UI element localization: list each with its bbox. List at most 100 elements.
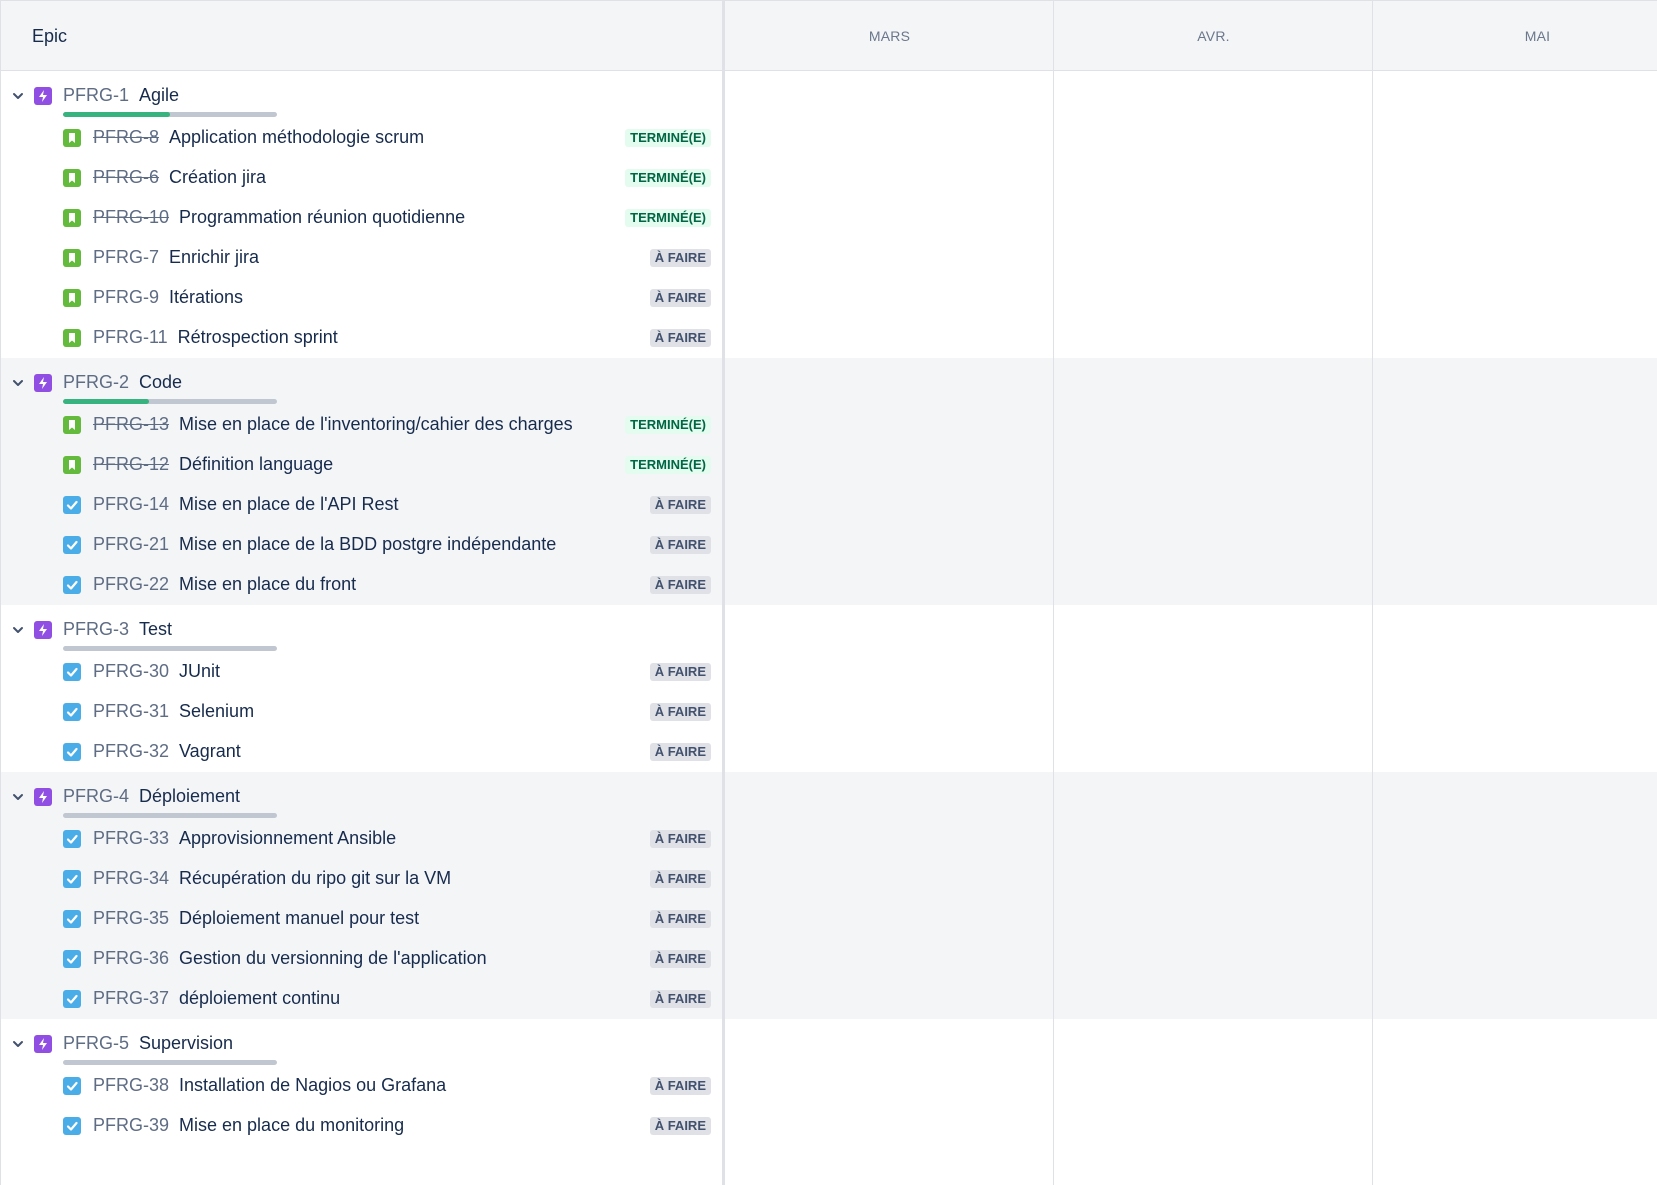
issue-key[interactable]: PFRG-32: [93, 741, 169, 762]
epic-row[interactable]: PFRG-5 Supervision: [1, 1025, 721, 1065]
epic-row[interactable]: PFRG-3 Test: [1, 611, 721, 651]
epic-key[interactable]: PFRG-1: [63, 85, 129, 106]
issue-summary[interactable]: Application méthodologie scrum: [169, 127, 424, 148]
issue-key[interactable]: PFRG-30: [93, 661, 169, 682]
issue-row[interactable]: PFRG-34 Récupération du ripo git sur la V…: [1, 859, 721, 899]
epic-row[interactable]: PFRG-2 Code: [1, 364, 721, 404]
month-header-avr: AVR.: [1197, 28, 1230, 44]
issue-row[interactable]: PFRG-9 Itérations À FAIRE: [1, 278, 721, 318]
issue-row[interactable]: PFRG-30 JUnit À FAIRE: [1, 652, 721, 692]
issue-key[interactable]: PFRG-6: [93, 167, 159, 188]
status-badge: À FAIRE: [649, 1077, 711, 1095]
issue-summary[interactable]: Vagrant: [179, 741, 241, 762]
epic-row[interactable]: PFRG-1 Agile: [1, 77, 721, 117]
status-badge: À FAIRE: [649, 703, 711, 721]
epic-summary[interactable]: Test: [139, 619, 172, 640]
issue-summary[interactable]: Mise en place de l'inventoring/cahier de…: [179, 414, 573, 435]
issue-row[interactable]: PFRG-6 Création jira TERMINÉ(E): [1, 158, 721, 198]
issue-summary[interactable]: JUnit: [179, 661, 220, 682]
issue-summary[interactable]: Définition language: [179, 454, 333, 475]
issue-row[interactable]: PFRG-32 Vagrant À FAIRE: [1, 732, 721, 772]
epic-bolt-icon: [34, 621, 52, 639]
issue-key[interactable]: PFRG-34: [93, 868, 169, 889]
panel-divider[interactable]: [722, 1, 725, 1185]
epic-key[interactable]: PFRG-3: [63, 619, 129, 640]
issue-summary[interactable]: Gestion du versionning de l'application: [179, 948, 487, 969]
issue-row[interactable]: PFRG-14 Mise en place de l'API Rest À FAIR…: [1, 485, 721, 525]
issue-summary[interactable]: Rétrospection sprint: [178, 327, 338, 348]
issue-row[interactable]: PFRG-38 Installation de Nagios ou Grafana…: [1, 1066, 721, 1106]
issue-key[interactable]: PFRG-37: [93, 988, 169, 1009]
month-header-mars: MARS: [868, 28, 911, 44]
issue-summary[interactable]: Selenium: [179, 701, 254, 722]
issue-key[interactable]: PFRG-8: [93, 127, 159, 148]
story-icon: [63, 209, 81, 227]
issue-summary[interactable]: Mise en place de la BDD postgre indépend…: [179, 534, 556, 555]
issue-row[interactable]: PFRG-10 Programmation réunion quotidienne…: [1, 198, 721, 238]
chevron-down-icon[interactable]: [11, 790, 25, 804]
issue-row[interactable]: PFRG-36 Gestion du versionning de l'appli…: [1, 939, 721, 979]
story-icon: [63, 249, 81, 267]
issue-summary[interactable]: Récupération du ripo git sur la VM: [179, 868, 451, 889]
epic-key[interactable]: PFRG-5: [63, 1033, 129, 1054]
issue-summary[interactable]: Programmation réunion quotidienne: [179, 207, 465, 228]
issue-key[interactable]: PFRG-12: [93, 454, 169, 475]
issue-key[interactable]: PFRG-22: [93, 574, 169, 595]
issue-row[interactable]: PFRG-39 Mise en place du monitoring À FAIR…: [1, 1106, 721, 1146]
issue-key[interactable]: PFRG-14: [93, 494, 169, 515]
epic-key[interactable]: PFRG-2: [63, 372, 129, 393]
issue-summary[interactable]: Mise en place du monitoring: [179, 1115, 404, 1136]
issue-summary[interactable]: Installation de Nagios ou Grafana: [179, 1075, 446, 1096]
issue-summary[interactable]: Mise en place du front: [179, 574, 356, 595]
issue-key[interactable]: PFRG-10: [93, 207, 169, 228]
issue-key[interactable]: PFRG-33: [93, 828, 169, 849]
issue-row[interactable]: PFRG-12 Définition language TERMINÉ(E): [1, 445, 721, 485]
issue-row[interactable]: PFRG-37 déploiement continu À FAIRE: [1, 979, 721, 1019]
issue-row[interactable]: PFRG-11 Rétrospection sprint À FAIRE: [1, 318, 721, 358]
epic-summary[interactable]: Code: [139, 372, 182, 393]
issue-key[interactable]: PFRG-39: [93, 1115, 169, 1136]
issue-summary[interactable]: Création jira: [169, 167, 266, 188]
chevron-down-icon[interactable]: [11, 623, 25, 637]
issue-key[interactable]: PFRG-35: [93, 908, 169, 929]
epic-progress-fill: [63, 112, 170, 117]
issue-row[interactable]: PFRG-35 Déploiement manuel pour test À FAI…: [1, 899, 721, 939]
epic-column-header: Epic: [32, 26, 68, 46]
issue-summary[interactable]: Mise en place de l'API Rest: [179, 494, 399, 515]
issue-key[interactable]: PFRG-31: [93, 701, 169, 722]
story-icon: [63, 289, 81, 307]
issue-row[interactable]: PFRG-7 Enrichir jira À FAIRE: [1, 238, 721, 278]
epic-summary[interactable]: Agile: [139, 85, 179, 106]
chevron-down-icon[interactable]: [11, 89, 25, 103]
issue-row[interactable]: PFRG-8 Application méthodologie scrum TERM…: [1, 118, 721, 158]
epic-row[interactable]: PFRG-4 Déploiement: [1, 778, 721, 818]
issue-summary[interactable]: Déploiement manuel pour test: [179, 908, 419, 929]
epic-key[interactable]: PFRG-4: [63, 786, 129, 807]
issue-key[interactable]: PFRG-9: [93, 287, 159, 308]
issue-key[interactable]: PFRG-38: [93, 1075, 169, 1096]
issue-key[interactable]: PFRG-13: [93, 414, 169, 435]
issue-row[interactable]: PFRG-21 Mise en place de la BDD postgre i…: [1, 525, 721, 565]
issue-key[interactable]: PFRG-21: [93, 534, 169, 555]
issue-summary[interactable]: Enrichir jira: [169, 247, 259, 268]
status-badge: À FAIRE: [649, 249, 711, 267]
chevron-down-icon[interactable]: [11, 376, 25, 390]
issue-summary[interactable]: déploiement continu: [179, 988, 340, 1009]
issue-key[interactable]: PFRG-11: [93, 327, 168, 348]
issue-row[interactable]: PFRG-33 Approvisionnement Ansible À FAIRE: [1, 819, 721, 859]
issue-summary[interactable]: Itérations: [169, 287, 243, 308]
story-icon: [63, 129, 81, 147]
status-badge: À FAIRE: [649, 830, 711, 848]
issue-key[interactable]: PFRG-7: [93, 247, 159, 268]
epic-progress-fill: [63, 399, 149, 404]
status-badge: À FAIRE: [649, 950, 711, 968]
issue-row[interactable]: PFRG-22 Mise en place du front À FAIRE: [1, 565, 721, 605]
issue-key[interactable]: PFRG-36: [93, 948, 169, 969]
epic-summary[interactable]: Déploiement: [139, 786, 240, 807]
issue-summary[interactable]: Approvisionnement Ansible: [179, 828, 396, 849]
chevron-down-icon[interactable]: [11, 1037, 25, 1051]
empty-band: [1, 1146, 1657, 1185]
issue-row[interactable]: PFRG-13 Mise en place de l'inventoring/ca…: [1, 405, 721, 445]
epic-summary[interactable]: Supervision: [139, 1033, 233, 1054]
issue-row[interactable]: PFRG-31 Selenium À FAIRE: [1, 692, 721, 732]
